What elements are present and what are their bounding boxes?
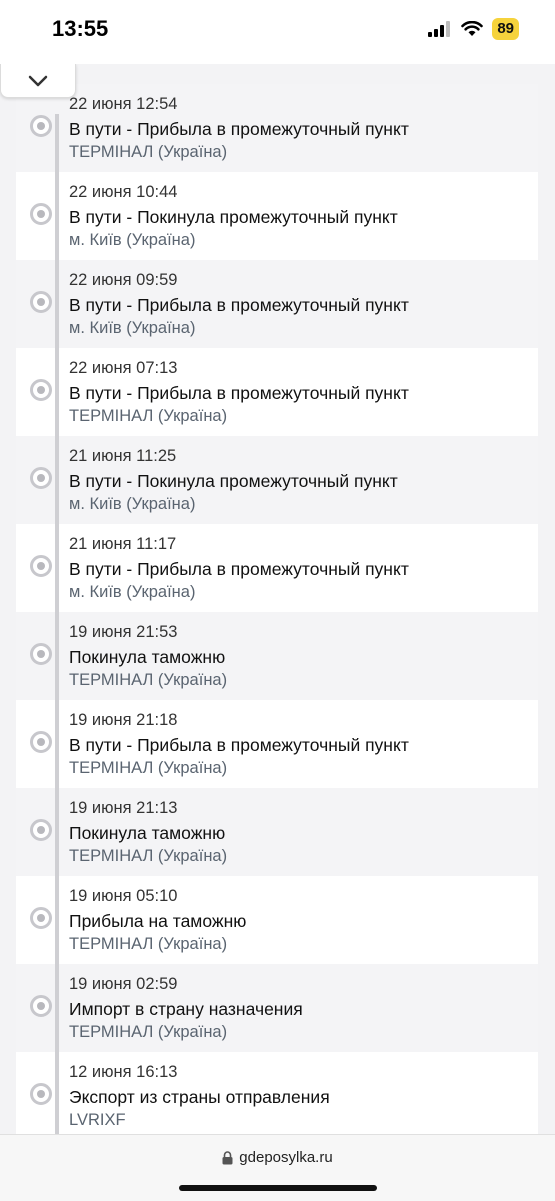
- url-text: gdeposylka.ru: [239, 1149, 333, 1166]
- event-date: 19 июня 05:10: [69, 887, 178, 905]
- event-date: 22 июня 09:59: [69, 271, 178, 289]
- timeline-dot-icon: [30, 291, 52, 313]
- event-date: 19 июня 02:59: [69, 975, 178, 993]
- event-location: ТЕРМІНАЛ (Україна): [69, 1023, 228, 1041]
- timeline-dot-icon: [30, 1083, 52, 1105]
- event-date: 22 июня 12:54: [69, 95, 178, 113]
- tracking-event-row: 22 июня 10:44 В пути - Покинула промежуто…: [16, 172, 538, 260]
- event-date: 19 июня 21:13: [69, 799, 178, 817]
- status-icons: 89: [428, 18, 519, 40]
- tracking-event-row: 19 июня 21:53 Покинула таможню ТЕРМІНАЛ (У…: [16, 612, 538, 700]
- tracking-event-row: 19 июня 21:13 Покинула таможню ТЕРМІНАЛ (У…: [16, 788, 538, 876]
- event-status: Экспорт из страны отправления: [69, 1087, 330, 1107]
- status-bar: 13:55 89: [0, 0, 555, 64]
- tracking-event-row: 22 июня 09:59 В пути - Прибыла в промежут…: [16, 260, 538, 348]
- event-status: В пути - Прибыла в промежуточный пункт: [69, 295, 409, 315]
- tracking-event-row: 21 июня 11:17 В пути - Прибыла в промежут…: [16, 524, 538, 612]
- event-status: Импорт в страну назначения: [69, 999, 303, 1019]
- event-status: Покинула таможню: [69, 823, 226, 843]
- timeline-dot-icon: [30, 731, 52, 753]
- timeline-dot-icon: [30, 643, 52, 665]
- event-location: ТЕРМІНАЛ (Україна): [69, 671, 228, 689]
- tracking-event-row: 19 июня 02:59 Импорт в страну назначения Т…: [16, 964, 538, 1052]
- wifi-icon: [461, 21, 484, 36]
- tracking-content: 22 июня 12:54 В пути - Прибыла в промежут…: [0, 64, 555, 1134]
- browser-bottom-bar: gdeposylka.ru: [0, 1134, 555, 1201]
- timeline-dot-icon: [30, 995, 52, 1017]
- tracking-event-row: 21 июня 11:25 В пути - Покинула промежуто…: [16, 436, 538, 524]
- event-status: В пути - Покинула промежуточный пункт: [69, 471, 398, 491]
- timeline-dot-icon: [30, 819, 52, 841]
- event-status: В пути - Прибыла в промежуточный пункт: [69, 119, 409, 139]
- event-location: м. Київ (Україна): [69, 319, 196, 337]
- timeline-dot-icon: [30, 907, 52, 929]
- tracking-event-row: 12 июня 16:13 Экспорт из страны отправлен…: [16, 1052, 538, 1134]
- tracking-history-list: 22 июня 12:54 В пути - Прибыла в промежут…: [16, 84, 538, 1134]
- event-status: В пути - Прибыла в промежуточный пункт: [69, 559, 409, 579]
- event-date: 22 июня 07:13: [69, 359, 178, 377]
- timeline-dot-icon: [30, 203, 52, 225]
- event-status: Покинула таможню: [69, 647, 226, 667]
- event-location: ТЕРМІНАЛ (Україна): [69, 143, 228, 161]
- event-location: м. Київ (Україна): [69, 583, 196, 601]
- timeline-dot-icon: [30, 555, 52, 577]
- event-date: 21 июня 11:25: [69, 447, 177, 465]
- status-time: 13:55: [52, 16, 109, 41]
- timeline-dot-icon: [30, 379, 52, 401]
- event-location: м. Київ (Україна): [69, 231, 196, 249]
- event-date: 12 июня 16:13: [69, 1063, 178, 1081]
- event-status: В пути - Прибыла в промежуточный пункт: [69, 735, 409, 755]
- event-status: В пути - Прибыла в промежуточный пункт: [69, 383, 409, 403]
- cellular-signal-icon: [428, 21, 451, 37]
- event-status: Прибыла на таможню: [69, 911, 247, 931]
- address-bar[interactable]: gdeposylka.ru: [0, 1149, 555, 1166]
- tracking-event-row: 19 июня 05:10 Прибыла на таможню ТЕРМІНАЛ …: [16, 876, 538, 964]
- event-date: 19 июня 21:53: [69, 623, 178, 641]
- chevron-down-icon: [28, 75, 48, 86]
- tracking-event-row: 22 июня 12:54 В пути - Прибыла в промежут…: [16, 84, 538, 172]
- lock-icon: [222, 1150, 233, 1164]
- event-date: 21 июня 11:17: [69, 535, 177, 553]
- event-status: В пути - Покинула промежуточный пункт: [69, 207, 398, 227]
- home-indicator[interactable]: [179, 1185, 377, 1191]
- event-location: ТЕРМІНАЛ (Україна): [69, 935, 228, 953]
- event-location: м. Київ (Україна): [69, 495, 196, 513]
- event-date: 19 июня 21:18: [69, 711, 178, 729]
- battery-indicator: 89: [492, 18, 519, 40]
- tracking-event-row: 22 июня 07:13 В пути - Прибыла в промежут…: [16, 348, 538, 436]
- collapse-button[interactable]: [0, 64, 76, 98]
- timeline-line: [55, 114, 59, 1134]
- event-location: ТЕРМІНАЛ (Україна): [69, 759, 228, 777]
- timeline-dot-icon: [30, 467, 52, 489]
- tracking-event-row: 19 июня 21:18 В пути - Прибыла в промежут…: [16, 700, 538, 788]
- event-location: LVRIXF: [69, 1111, 126, 1129]
- event-location: ТЕРМІНАЛ (Україна): [69, 407, 228, 425]
- timeline-dot-icon: [30, 115, 52, 137]
- event-location: ТЕРМІНАЛ (Україна): [69, 847, 228, 865]
- event-date: 22 июня 10:44: [69, 183, 178, 201]
